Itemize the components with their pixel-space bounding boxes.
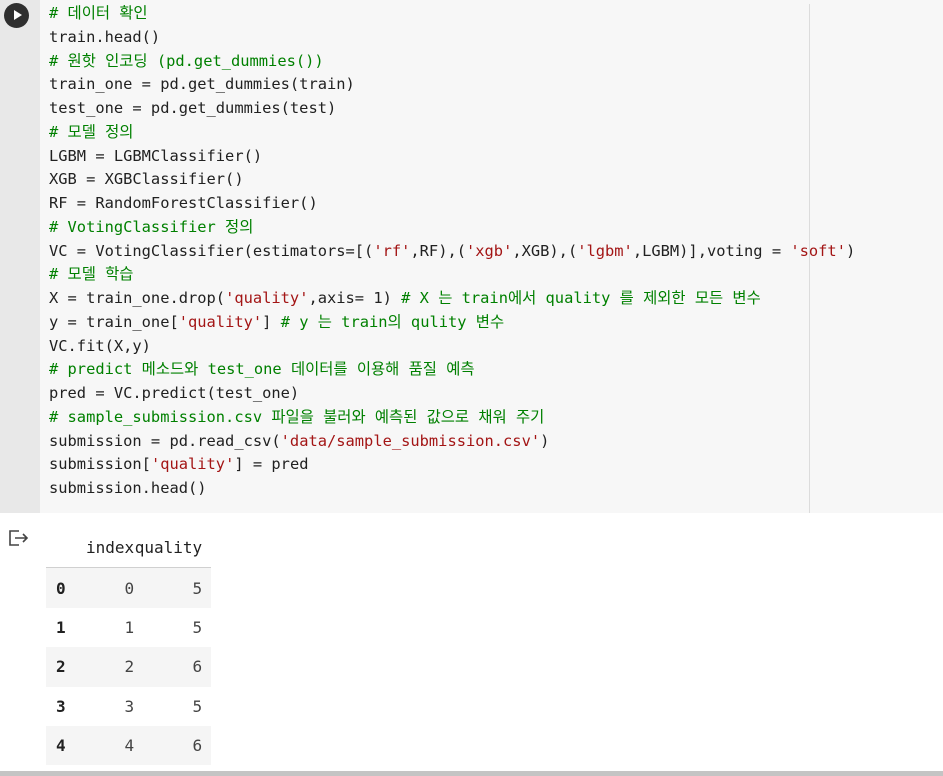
code-token: VC.fit(X,y) xyxy=(49,336,151,355)
code-line: # 모델 정의 xyxy=(49,121,855,145)
code-line: XGB = XGBClassifier() xyxy=(49,168,855,192)
code-token: ,axis= 1) xyxy=(308,289,402,307)
cell-quality: 6 xyxy=(192,657,203,677)
code-comment: # y 는 train의 qulity 변수 xyxy=(280,312,505,331)
code-token: submission = pd.read_csv( xyxy=(49,431,281,450)
code-token: RF = RandomForestClassifier() xyxy=(49,194,318,212)
code-string: 'quality' xyxy=(150,455,235,474)
cell-index: 4 xyxy=(124,736,135,756)
code-string: 'lgbm' xyxy=(577,241,633,260)
code-token: ] xyxy=(262,312,281,331)
code-editor[interactable]: # 데이터 확인 train.head() # 원핫 인코딩 (pd.get_dum… xyxy=(40,0,943,513)
code-line: # VotingClassifier 정의 xyxy=(49,216,855,240)
code-text[interactable]: # 데이터 확인 train.head() # 원핫 인코딩 (pd.get_dum… xyxy=(49,2,855,501)
code-token: submission[ xyxy=(49,455,151,474)
code-line: test_one = pd.get_dummies(test) xyxy=(49,97,855,121)
code-line: pred = VC.predict(test_one) xyxy=(49,382,855,406)
code-line: submission = pd.read_csv('data/sample_su… xyxy=(49,430,855,454)
play-icon xyxy=(14,10,22,20)
cell-index: 1 xyxy=(124,617,135,637)
index-header-blank xyxy=(46,524,86,568)
code-token: ,RF),( xyxy=(410,241,466,260)
row-label: 3 xyxy=(56,696,66,716)
output-arrow-icon[interactable] xyxy=(8,528,30,548)
table-row: 4 4 6 xyxy=(46,725,212,766)
code-comment: # 모델 정의 xyxy=(49,122,134,141)
code-line: # 모델 학습 xyxy=(49,263,855,287)
column-header-index: index xyxy=(86,538,135,558)
code-comment: # 데이터 확인 xyxy=(49,4,148,22)
cell-index: 0 xyxy=(124,578,135,598)
table-row: 3 3 5 xyxy=(46,687,211,726)
code-string: 'rf' xyxy=(373,241,411,260)
cell-index: 3 xyxy=(124,696,135,716)
code-line: train_one = pd.get_dummies(train) xyxy=(49,73,855,97)
code-token: X = train_one.drop( xyxy=(49,289,226,307)
code-line: submission.head() xyxy=(49,477,855,501)
code-string: 'quality' xyxy=(178,312,263,331)
code-token: ,XGB),( xyxy=(512,241,578,260)
code-comment: # predict 메소드와 test_one 데이터를 이용해 품질 예측 xyxy=(49,360,475,379)
code-token: train_one = pd.get_dummies(train) xyxy=(49,75,355,94)
output-dataframe: index quality 0 0 5 1 1 5 2 2 6 3 3 5 4 … xyxy=(46,524,212,766)
code-token: y = train_one[ xyxy=(49,312,179,331)
code-token: LGBM = LGBMClassifier() xyxy=(49,146,263,165)
code-comment: # sample_submission.csv 파일을 불러와 예측된 값으로 … xyxy=(49,407,545,426)
code-line: # predict 메소드와 test_one 데이터를 이용해 품질 예측 xyxy=(49,358,855,382)
code-line: RF = RandomForestClassifier() xyxy=(49,192,855,216)
row-label: 2 xyxy=(56,657,66,677)
cell-quality: 5 xyxy=(192,578,203,598)
table-row: 0 0 5 xyxy=(46,567,212,608)
code-token: submission.head() xyxy=(49,479,207,497)
table-header-row: index quality xyxy=(46,524,212,568)
code-token: VC = VotingClassifier(estimators=[( xyxy=(49,241,374,260)
code-token: ,LGBM)],voting = xyxy=(632,241,791,260)
code-token: XGB = XGBClassifier() xyxy=(49,170,244,189)
code-string: 'data/sample_submission.csv' xyxy=(280,431,541,450)
code-line: # sample_submission.csv 파일을 불러와 예측된 값으로 … xyxy=(49,406,855,430)
cell-quality: 5 xyxy=(192,617,203,637)
code-comment: # VotingClassifier 정의 xyxy=(49,217,254,236)
code-line: # 원핫 인코딩 (pd.get_dummies()) xyxy=(49,50,855,74)
bottom-scrollbar[interactable] xyxy=(0,771,943,776)
code-line: VC.fit(X,y) xyxy=(49,335,855,359)
code-string: 'soft' xyxy=(790,241,846,260)
row-label: 1 xyxy=(56,617,66,637)
code-string: 'xgb' xyxy=(466,241,513,260)
code-line: VC = VotingClassifier(estimators=[('rf',… xyxy=(49,240,855,264)
table-row: 2 2 6 xyxy=(46,647,212,687)
cell-quality: 5 xyxy=(192,696,203,716)
code-line: LGBM = LGBMClassifier() xyxy=(49,145,855,169)
cell-quality: 6 xyxy=(192,736,203,756)
column-header-quality: quality xyxy=(134,538,203,558)
code-line: # 데이터 확인 xyxy=(49,2,855,26)
code-token: pred = VC.predict(test_one) xyxy=(49,384,300,402)
code-comment: # 모델 학습 xyxy=(49,265,134,284)
code-line: X = train_one.drop('quality',axis= 1) # … xyxy=(49,287,855,311)
code-line: train.head() xyxy=(49,26,855,50)
code-token: ) xyxy=(540,431,550,450)
code-string: 'quality' xyxy=(225,289,309,307)
code-token: train.head() xyxy=(49,27,161,46)
table-row: 1 1 5 xyxy=(46,608,211,647)
code-comment: # X 는 train에서 quality 를 제외한 모든 변수 xyxy=(401,289,761,307)
run-cell-button[interactable] xyxy=(4,3,29,28)
code-line: submission['quality'] = pred xyxy=(49,453,855,477)
row-label: 4 xyxy=(56,736,66,756)
cell-index: 2 xyxy=(124,657,135,677)
code-token: ] = pred xyxy=(234,455,309,474)
code-line: y = train_one['quality'] # y 는 train의 qu… xyxy=(49,311,855,335)
cell-gutter xyxy=(0,0,40,513)
code-token: test_one = pd.get_dummies(test) xyxy=(49,99,337,117)
code-cell[interactable]: # 데이터 확인 train.head() # 원핫 인코딩 (pd.get_dum… xyxy=(0,0,943,513)
code-comment: # 원핫 인코딩 (pd.get_dummies()) xyxy=(49,51,324,70)
code-token: ) xyxy=(845,241,856,260)
row-label: 0 xyxy=(56,578,66,598)
